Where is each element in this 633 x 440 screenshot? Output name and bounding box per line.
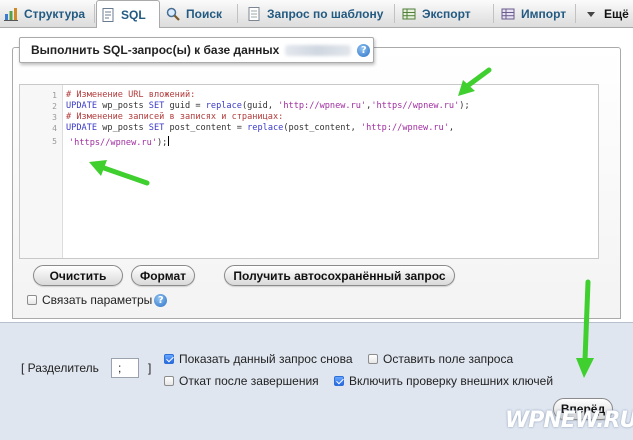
tab-more-label: Ещё	[604, 6, 629, 21]
code-text: 'https//wpnew.ru');	[69, 136, 170, 149]
watermark-logo: WPNEW.RU	[505, 408, 633, 433]
delimiter-label: [ Разделитель	[21, 361, 99, 375]
code-text: UPDATE wp_posts SET post_content = repla…	[66, 123, 454, 134]
tab-search[interactable]: Поиск	[162, 0, 238, 27]
text-cursor	[168, 136, 170, 146]
tab-query-template-label: Запрос по шаблону	[267, 6, 384, 21]
line-number: 3	[52, 113, 57, 122]
code-token-txt: guid =	[164, 101, 206, 111]
code-token-comment: # Изменение URL вложений:	[66, 90, 196, 100]
code-token-kw: replace	[247, 123, 284, 133]
export-icon	[401, 6, 417, 22]
code-token-txt: wp_posts	[97, 101, 149, 111]
keep-query-checkbox[interactable]	[368, 354, 378, 364]
code-token-str: 'http://wpnew.ru'	[278, 101, 367, 111]
code-token-str: 'https//wpnew.ru'	[69, 138, 157, 148]
rollback-label: Откат после завершения	[179, 374, 319, 388]
line-number: 2	[52, 102, 57, 111]
code-token-txt: (guid,	[241, 101, 279, 111]
chevron-down-icon	[583, 6, 599, 22]
code-token-kw: SET	[148, 123, 165, 133]
code-token-kw: SET	[148, 101, 165, 111]
import-icon	[500, 6, 516, 22]
line-number: 1	[52, 91, 57, 100]
code-text: UPDATE wp_posts SET guid = replace(guid,…	[66, 101, 470, 112]
code-token-str: 'https//wpnew.ru'	[371, 101, 460, 111]
foreign-keys-option[interactable]: Включить проверку внешних ключей	[334, 374, 553, 388]
code-token-txt: ,	[448, 123, 455, 133]
tab-structure[interactable]: Структура	[0, 0, 95, 27]
tab-import-label: Импорт	[521, 6, 567, 21]
format-button[interactable]: Формат	[131, 265, 195, 286]
code-token-str: 'http://wpnew.ru'	[360, 123, 449, 133]
search-icon	[165, 6, 181, 22]
tab-sql[interactable]: SQL	[96, 0, 160, 28]
code-token-kw: replace	[205, 101, 242, 111]
line-number: 5	[52, 137, 57, 146]
sql-icon	[100, 7, 116, 23]
code-token-txt: post_content =	[164, 123, 248, 133]
tab-structure-label: Структура	[24, 6, 86, 21]
code-token-txt: (post_content,	[283, 123, 361, 133]
tab-export[interactable]: Экспорт	[398, 0, 494, 27]
delimiter-close-bracket: ]	[148, 361, 152, 375]
show-query-checkbox[interactable]	[164, 354, 174, 364]
help-icon[interactable]: ?	[357, 43, 371, 57]
bind-parameters-help-icon[interactable]: ?	[154, 293, 168, 307]
keep-query-label: Оставить поле запроса	[383, 352, 514, 366]
tab-import[interactable]: Импорт	[497, 0, 576, 27]
code-token-kw: UPDATE	[66, 123, 98, 133]
foreign-keys-checkbox[interactable]	[334, 376, 344, 386]
keep-query-option[interactable]: Оставить поле запроса	[368, 352, 513, 366]
rollback-option[interactable]: Откат после завершения	[164, 374, 319, 388]
tab-query-template[interactable]: Запрос по шаблону	[243, 0, 395, 27]
code-text: # Изменение записей в записях и страница…	[66, 112, 283, 123]
tab-more[interactable]: Ещё	[580, 0, 633, 27]
code-token-comment: # Изменение записей в записях и страница…	[66, 112, 284, 122]
legend-title: Выполнить SQL-запрос(ы) к базе данных	[31, 43, 280, 57]
line-number: 4	[52, 124, 57, 133]
show-query-label: Показать данный запрос снова	[179, 352, 353, 366]
tab-sql-label: SQL	[121, 7, 146, 22]
bind-parameters-label: Связать параметры	[42, 293, 153, 307]
sql-query-legend: Выполнить SQL-запрос(ы) к базе данных ?	[19, 37, 374, 63]
query-template-icon	[246, 6, 262, 22]
tab-bar: Структура SQL Поиск Запрос по шаблону Эк…	[0, 0, 633, 28]
show-query-option[interactable]: Показать данный запрос снова	[164, 352, 353, 366]
code-token-txt: );	[459, 101, 470, 111]
rollback-checkbox[interactable]	[164, 376, 174, 386]
structure-icon	[3, 6, 19, 22]
delimiter-input[interactable]: ;	[111, 358, 139, 378]
sql-editor[interactable]: 1 # Изменение URL вложений: 2 UPDATE wp_pos…	[19, 84, 599, 259]
code-token-txt: );	[156, 138, 168, 148]
clear-button[interactable]: Очистить	[33, 265, 123, 286]
tab-search-label: Поиск	[186, 6, 223, 21]
code-text: # Изменение URL вложений:	[66, 90, 195, 101]
bind-parameters-checkbox[interactable]	[27, 295, 37, 305]
bind-parameters-option[interactable]: Связать параметры ?	[27, 293, 168, 307]
database-name-redacted	[285, 44, 352, 56]
get-autosaved-query-button[interactable]: Получить автосохранённый запрос	[224, 265, 455, 286]
tab-export-label: Экспорт	[422, 6, 471, 21]
code-token-kw: UPDATE	[66, 101, 98, 111]
foreign-keys-label: Включить проверку внешних ключей	[349, 374, 554, 388]
code-token-txt: wp_posts	[97, 123, 149, 133]
